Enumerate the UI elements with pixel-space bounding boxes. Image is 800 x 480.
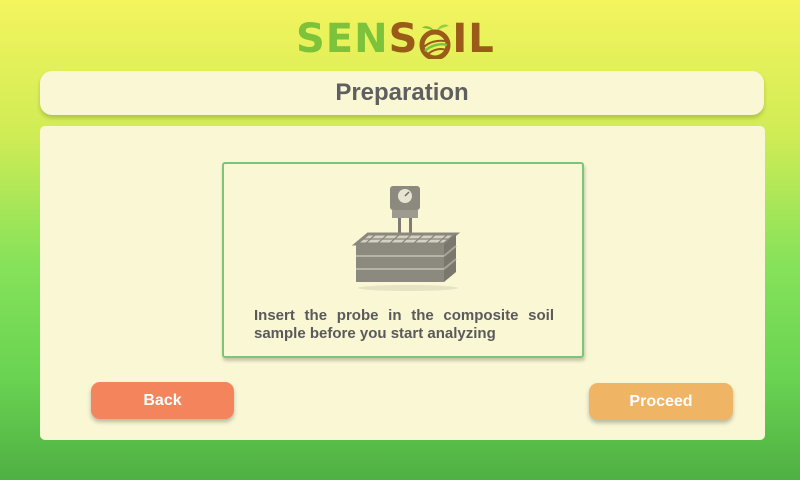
app-logo: SEN S IL [296,14,506,64]
instruction-text: Insert the probe in the composite soil s… [254,307,554,342]
content-panel: Insert the probe in the composite soil s… [40,126,765,440]
soil-probe-in-tray-icon [348,184,468,292]
page-title: Preparation [335,79,469,106]
leaf-field-logo-icon [419,23,451,61]
instruction-card: Insert the probe in the composite soil s… [222,162,584,358]
logo-text-sen: SEN [296,16,389,62]
page-header: Preparation [40,71,764,115]
logo-text-s: S [388,16,419,62]
proceed-button[interactable]: Proceed [589,383,733,420]
logo-text-il: IL [452,16,495,62]
back-button[interactable]: Back [91,382,234,419]
